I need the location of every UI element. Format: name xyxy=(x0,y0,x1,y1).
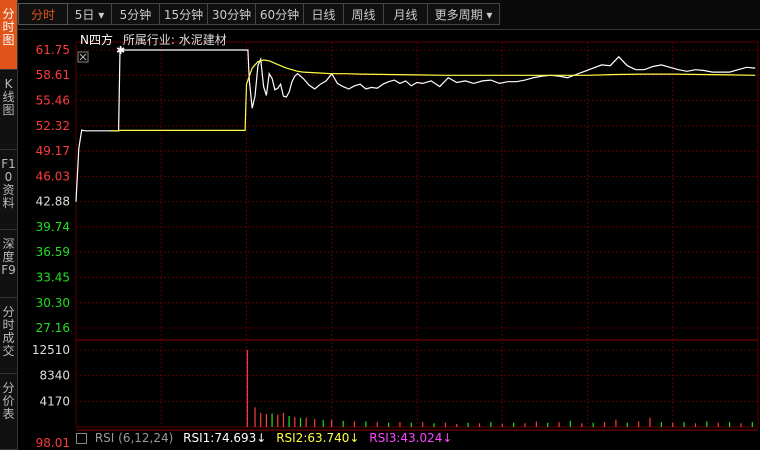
sidebar-tab-4[interactable]: 分时成交 xyxy=(0,298,17,374)
volume-tick-label: 4170 xyxy=(39,394,70,408)
price-tick-label: 30.30 xyxy=(36,296,70,310)
rsi3-value: RSI3:43.024↓ xyxy=(369,431,453,445)
toolbar-item-3[interactable]: 15分钟 xyxy=(160,3,208,25)
price-tick-label: 58.61 xyxy=(36,68,70,82)
toolbar-item-6[interactable]: 日线 xyxy=(304,3,344,25)
industry-label: 所属行业: xyxy=(122,33,175,47)
toolbar-item-1[interactable]: 5日 ▾ xyxy=(68,3,112,25)
toolbar-item-9[interactable]: 更多周期 ▾ xyxy=(428,3,500,25)
rsi-settings-icon[interactable] xyxy=(76,433,87,444)
sidebar-tab-1[interactable]: K线图 xyxy=(0,70,17,150)
rsi1-value: RSI1:74.693↓ xyxy=(183,431,267,445)
price-tick-label: 36.59 xyxy=(36,245,70,259)
price-tick-label: 49.17 xyxy=(36,144,70,158)
price-tick-label: 42.88 xyxy=(36,195,70,209)
sidebar-tab-2[interactable]: F10资料 xyxy=(0,150,17,230)
sidebar-tab-5[interactable]: 分价表 xyxy=(0,374,17,450)
toolbar-item-5[interactable]: 60分钟 xyxy=(256,3,304,25)
industry-name: 水泥建材 xyxy=(178,33,227,47)
rsi2-value: RSI2:63.740↓ xyxy=(276,431,360,445)
price-tick-label: 33.45 xyxy=(36,270,70,284)
toolbar-item-4[interactable]: 30分钟 xyxy=(208,3,256,25)
intraday-chart[interactable]: 61.75 58.61 55.46 52.32 49.17 46.03 42.88 39.74… xyxy=(18,30,760,450)
rsi-axis-label: 98.01 xyxy=(36,436,70,450)
volume-tick-label: 12510 xyxy=(32,343,70,357)
sidebar-tab-3[interactable]: 深度F9 xyxy=(0,230,17,298)
stock-name: N四方 xyxy=(80,33,113,47)
chart-area[interactable]: 61.75 58.61 55.46 52.32 49.17 46.03 42.88 39.74… xyxy=(18,30,760,450)
rsi-indicator-bar[interactable]: RSI (6,12,24) RSI1:74.693↓ RSI2:63.740↓ … xyxy=(76,430,760,447)
price-tick-label: 27.16 xyxy=(36,321,70,335)
average-price-line xyxy=(110,59,756,132)
sidebar-tab-0[interactable]: 分时图 xyxy=(0,0,17,70)
price-tick-label: 46.03 xyxy=(36,169,70,183)
rsi-label[interactable]: RSI (6,12,24) xyxy=(95,431,173,445)
price-tick-label: 55.46 xyxy=(36,94,70,108)
toolbar-item-8[interactable]: 月线 xyxy=(384,3,428,25)
period-toolbar: 分时 5日 ▾ 5分钟 15分钟 30分钟 60分钟 日线 周线 月线 更多周期 ▾ xyxy=(18,0,760,30)
stock-title: N四方 所属行业: 水泥建材 xyxy=(80,31,227,48)
price-tick-label: 61.75 xyxy=(36,43,70,57)
toolbar-item-2[interactable]: 5分钟 xyxy=(112,3,160,25)
volume-tick-label: 8340 xyxy=(39,369,70,383)
price-tick-label: 52.32 xyxy=(36,119,70,133)
price-tick-label: 39.74 xyxy=(36,220,70,234)
toolbar-item-7[interactable]: 周线 xyxy=(344,3,384,25)
toolbar-item-0[interactable]: 分时 xyxy=(18,3,68,25)
left-panel-tabs: 分时图 K线图 F10资料 深度F9 分时成交 分价表 xyxy=(0,0,18,450)
